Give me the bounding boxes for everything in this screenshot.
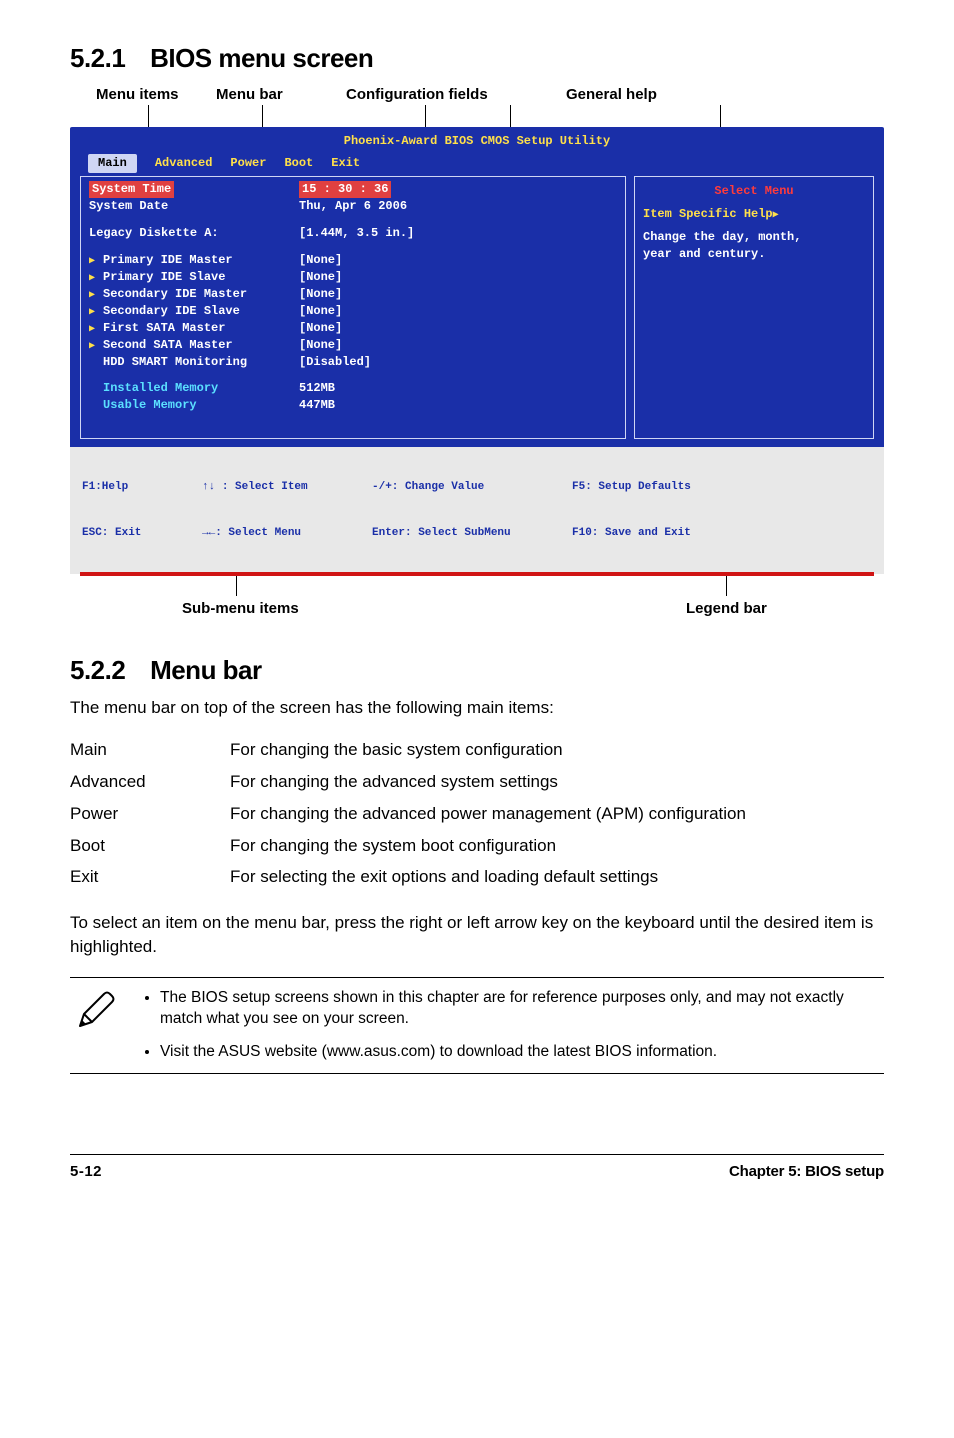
menubar-items-table: MainFor changing the basic system config… (70, 734, 884, 893)
submenu-icon: ▶ (89, 306, 99, 320)
bios-sim-value: [None] (299, 286, 342, 303)
note-box: The BIOS setup screens shown in this cha… (70, 977, 884, 1074)
bios-hdd-label[interactable]: HDD SMART Monitoring (89, 354, 299, 371)
bios-footer-f1: F1:Help (82, 480, 202, 495)
bios-system-time-value[interactable]: 15 : 30 : 36 (299, 181, 391, 198)
bios-tabs: Main Advanced Power Boot Exit (70, 154, 884, 172)
submenu-icon: ▶ (89, 340, 99, 354)
item-main-k: Main (70, 734, 230, 766)
section-title-522: Menu bar (150, 655, 262, 685)
bios-pis-label[interactable]: Primary IDE Slave (103, 270, 225, 284)
bios-sis-value: [None] (299, 303, 342, 320)
bios-umem-label: Usable Memory (89, 397, 299, 414)
bios-tab-boot[interactable]: Boot (284, 155, 313, 172)
pencil-note-icon (74, 988, 118, 1032)
bios-hdd-value[interactable]: [Disabled] (299, 354, 371, 371)
bios-footer-change-value: -/+: Change Value (372, 480, 572, 495)
bios-fsm-value: [None] (299, 320, 342, 337)
note-2: Visit the ASUS website (www.asus.com) to… (160, 1042, 880, 1063)
bios-imem-value: 512MB (299, 380, 335, 397)
item-advanced-k: Advanced (70, 766, 230, 798)
diagram-bottom-labels: Sub-menu items Legend bar (70, 576, 884, 616)
bios-footer-select-item: : Select Item (222, 481, 308, 493)
item-exit-k: Exit (70, 861, 230, 893)
bios-right-title: Select Menu (643, 183, 865, 200)
label-general-help: General help (566, 84, 766, 105)
bios-ssm-value: [None] (299, 337, 342, 354)
bios-ssm-label[interactable]: Second SATA Master (103, 338, 233, 352)
bios-titlebar: Phoenix-Award BIOS CMOS Setup Utility (70, 131, 884, 154)
bios-tab-main[interactable]: Main (88, 154, 137, 173)
arrows-updown-icon: ↑↓ (202, 481, 215, 493)
bios-tab-power[interactable]: Power (230, 155, 266, 172)
bios-help-text-2: year and century. (643, 246, 865, 263)
bios-pis-value: [None] (299, 269, 342, 286)
submenu-icon: ▶ (89, 289, 99, 303)
label-menu-bar: Menu bar (216, 84, 346, 105)
item-boot-k: Boot (70, 830, 230, 862)
triangle-icon: ▶ (773, 210, 779, 221)
bios-screen: Phoenix-Award BIOS CMOS Setup Utility Ma… (70, 127, 884, 574)
menubar-outro: To select an item on the menu bar, press… (70, 911, 884, 959)
bios-fsm-label[interactable]: First SATA Master (103, 321, 225, 335)
bios-footer-enter-submenu: Enter: Select SubMenu (372, 526, 572, 541)
section-title-521: BIOS menu screen (150, 43, 373, 73)
submenu-icon: ▶ (89, 255, 99, 269)
bios-pim-value: [None] (299, 252, 342, 269)
page-number: 5-12 (70, 1161, 102, 1182)
bios-system-date-value: Thu, Apr 6 2006 (299, 198, 407, 215)
item-advanced-v: For changing the advanced system setting… (230, 766, 884, 798)
bios-tab-exit[interactable]: Exit (331, 155, 360, 172)
submenu-icon: ▶ (89, 272, 99, 286)
bios-tab-advanced[interactable]: Advanced (155, 155, 213, 172)
bios-legacy-value[interactable]: [1.44M, 3.5 in.] (299, 225, 414, 242)
bios-footer: F1:Help ESC: Exit ↑↓ : Select Item →←: S… (70, 447, 884, 574)
bios-right-pane: Select Menu Item Specific Help▶ Change t… (634, 176, 874, 439)
note-1: The BIOS setup screens shown in this cha… (160, 988, 880, 1030)
page-footer: 5-12 Chapter 5: BIOS setup (70, 1154, 884, 1182)
section-number-522: 5.2.2 (70, 652, 125, 688)
bios-system-date-label[interactable]: System Date (89, 198, 299, 215)
diagram-top-ticks (70, 105, 884, 127)
section-number-521: 5.2.1 (70, 40, 125, 76)
label-legend-bar: Legend bar (686, 598, 767, 619)
item-exit-v: For selecting the exit options and loadi… (230, 861, 884, 893)
bios-footer-f5: F5: Setup Defaults (572, 480, 691, 495)
section-heading-522: 5.2.2 Menu bar (70, 652, 884, 688)
arrows-leftright-icon: →← (202, 527, 215, 539)
bios-system-time-label[interactable]: System Time (89, 181, 174, 198)
label-submenu-items: Sub-menu items (182, 598, 299, 619)
item-main-v: For changing the basic system configurat… (230, 734, 884, 766)
bios-item-specific-help: Item Specific Help▶ (643, 206, 865, 223)
diagram-top-labels: Menu items Menu bar Configuration fields… (70, 84, 884, 105)
bios-legacy-label[interactable]: Legacy Diskette A: (89, 225, 299, 242)
note-list: The BIOS setup screens shown in this cha… (138, 988, 880, 1063)
bios-footer-select-menu: : Select Menu (215, 527, 301, 539)
bios-pim-label[interactable]: Primary IDE Master (103, 253, 233, 267)
submenu-icon: ▶ (89, 323, 99, 337)
section-heading-521: 5.2.1 BIOS menu screen (70, 40, 884, 76)
bios-footer-f10: F10: Save and Exit (572, 526, 691, 541)
item-power-v: For changing the advanced power manageme… (230, 798, 884, 830)
bios-imem-label: Installed Memory (89, 380, 299, 397)
bios-umem-value: 447MB (299, 397, 335, 414)
bios-left-pane: System Time 15 : 30 : 36 System Date Thu… (80, 176, 626, 439)
menubar-intro: The menu bar on top of the screen has th… (70, 696, 884, 720)
label-config-fields: Configuration fields (346, 84, 566, 105)
bios-sim-label[interactable]: Secondary IDE Master (103, 287, 247, 301)
bios-help-text-1: Change the day, month, (643, 229, 865, 246)
label-menu-items: Menu items (96, 84, 216, 105)
chapter-title: Chapter 5: BIOS setup (729, 1161, 884, 1182)
item-power-k: Power (70, 798, 230, 830)
bios-footer-esc: ESC: Exit (82, 526, 202, 541)
item-boot-v: For changing the system boot configurati… (230, 830, 884, 862)
bios-sis-label[interactable]: Secondary IDE Slave (103, 304, 240, 318)
